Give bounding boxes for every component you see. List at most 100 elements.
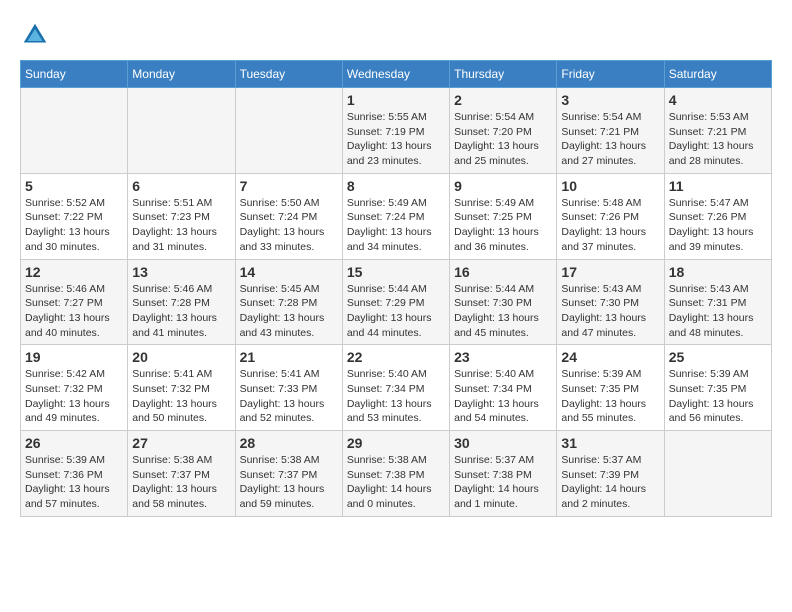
calendar-cell: 24 Sunrise: 5:39 AM Sunset: 7:35 PM Dayli… (557, 345, 664, 431)
calendar-cell: 30 Sunrise: 5:37 AM Sunset: 7:38 PM Dayli… (450, 431, 557, 517)
day-number: 12 (25, 264, 123, 280)
calendar-week-row: 26 Sunrise: 5:39 AM Sunset: 7:36 PM Dayli… (21, 431, 772, 517)
calendar-cell: 21 Sunrise: 5:41 AM Sunset: 7:33 PM Dayli… (235, 345, 342, 431)
day-number: 21 (240, 349, 338, 365)
day-info: Sunrise: 5:49 AM Sunset: 7:25 PM Dayligh… (454, 196, 552, 255)
day-info: Sunrise: 5:39 AM Sunset: 7:35 PM Dayligh… (561, 367, 659, 426)
day-number: 22 (347, 349, 445, 365)
day-number: 3 (561, 92, 659, 108)
day-info: Sunrise: 5:38 AM Sunset: 7:37 PM Dayligh… (240, 453, 338, 512)
weekday-header-monday: Monday (128, 61, 235, 88)
calendar-cell (235, 88, 342, 174)
calendar-cell: 4 Sunrise: 5:53 AM Sunset: 7:21 PM Daylig… (664, 88, 771, 174)
calendar-cell: 31Sunrise: 5:37 AM Sunset: 7:39 PM Dayli… (557, 431, 664, 517)
calendar-cell: 16 Sunrise: 5:44 AM Sunset: 7:30 PM Dayli… (450, 259, 557, 345)
day-number: 15 (347, 264, 445, 280)
day-info: Sunrise: 5:42 AM Sunset: 7:32 PM Dayligh… (25, 367, 123, 426)
day-info: Sunrise: 5:54 AM Sunset: 7:21 PM Dayligh… (561, 110, 659, 169)
calendar-week-row: 19 Sunrise: 5:42 AM Sunset: 7:32 PM Dayli… (21, 345, 772, 431)
calendar-cell: 8 Sunrise: 5:49 AM Sunset: 7:24 PM Daylig… (342, 173, 449, 259)
day-number: 23 (454, 349, 552, 365)
day-info: Sunrise: 5:55 AM Sunset: 7:19 PM Dayligh… (347, 110, 445, 169)
logo-icon (20, 20, 50, 50)
calendar-cell: 25Sunrise: 5:39 AM Sunset: 7:35 PM Dayli… (664, 345, 771, 431)
day-info: Sunrise: 5:44 AM Sunset: 7:30 PM Dayligh… (454, 282, 552, 341)
day-info: Sunrise: 5:45 AM Sunset: 7:28 PM Dayligh… (240, 282, 338, 341)
day-info: Sunrise: 5:43 AM Sunset: 7:31 PM Dayligh… (669, 282, 767, 341)
logo (20, 20, 54, 50)
day-number: 6 (132, 178, 230, 194)
page-header (20, 20, 772, 50)
day-info: Sunrise: 5:48 AM Sunset: 7:26 PM Dayligh… (561, 196, 659, 255)
calendar-cell: 9Sunrise: 5:49 AM Sunset: 7:25 PM Daylig… (450, 173, 557, 259)
day-number: 5 (25, 178, 123, 194)
weekday-header-wednesday: Wednesday (342, 61, 449, 88)
day-number: 27 (132, 435, 230, 451)
calendar-cell: 10Sunrise: 5:48 AM Sunset: 7:26 PM Dayli… (557, 173, 664, 259)
day-info: Sunrise: 5:47 AM Sunset: 7:26 PM Dayligh… (669, 196, 767, 255)
day-number: 8 (347, 178, 445, 194)
weekday-header-friday: Friday (557, 61, 664, 88)
day-info: Sunrise: 5:46 AM Sunset: 7:27 PM Dayligh… (25, 282, 123, 341)
calendar-cell: 3 Sunrise: 5:54 AM Sunset: 7:21 PM Daylig… (557, 88, 664, 174)
day-info: Sunrise: 5:40 AM Sunset: 7:34 PM Dayligh… (454, 367, 552, 426)
calendar-table: SundayMondayTuesdayWednesdayThursdayFrid… (20, 60, 772, 517)
calendar-week-row: 1 Sunrise: 5:55 AM Sunset: 7:19 PM Daylig… (21, 88, 772, 174)
calendar-cell: 23 Sunrise: 5:40 AM Sunset: 7:34 PM Dayli… (450, 345, 557, 431)
calendar-cell: 6 Sunrise: 5:51 AM Sunset: 7:23 PM Daylig… (128, 173, 235, 259)
calendar-cell: 27 Sunrise: 5:38 AM Sunset: 7:37 PM Dayli… (128, 431, 235, 517)
day-info: Sunrise: 5:44 AM Sunset: 7:29 PM Dayligh… (347, 282, 445, 341)
calendar-cell: 29Sunrise: 5:38 AM Sunset: 7:38 PM Dayli… (342, 431, 449, 517)
calendar-cell: 15 Sunrise: 5:44 AM Sunset: 7:29 PM Dayli… (342, 259, 449, 345)
calendar-cell: 1 Sunrise: 5:55 AM Sunset: 7:19 PM Daylig… (342, 88, 449, 174)
day-number: 14 (240, 264, 338, 280)
calendar-cell: 17Sunrise: 5:43 AM Sunset: 7:30 PM Dayli… (557, 259, 664, 345)
calendar-cell: 28Sunrise: 5:38 AM Sunset: 7:37 PM Dayli… (235, 431, 342, 517)
calendar-cell: 26 Sunrise: 5:39 AM Sunset: 7:36 PM Dayli… (21, 431, 128, 517)
calendar-cell (128, 88, 235, 174)
weekday-header-tuesday: Tuesday (235, 61, 342, 88)
day-info: Sunrise: 5:39 AM Sunset: 7:36 PM Dayligh… (25, 453, 123, 512)
day-number: 4 (669, 92, 767, 108)
calendar-cell: 7Sunrise: 5:50 AM Sunset: 7:24 PM Daylig… (235, 173, 342, 259)
day-number: 19 (25, 349, 123, 365)
day-number: 26 (25, 435, 123, 451)
day-number: 1 (347, 92, 445, 108)
weekday-header-sunday: Sunday (21, 61, 128, 88)
day-info: Sunrise: 5:41 AM Sunset: 7:32 PM Dayligh… (132, 367, 230, 426)
day-number: 13 (132, 264, 230, 280)
day-number: 30 (454, 435, 552, 451)
calendar-cell: 20Sunrise: 5:41 AM Sunset: 7:32 PM Dayli… (128, 345, 235, 431)
calendar-cell: 12 Sunrise: 5:46 AM Sunset: 7:27 PM Dayli… (21, 259, 128, 345)
day-number: 2 (454, 92, 552, 108)
day-info: Sunrise: 5:38 AM Sunset: 7:37 PM Dayligh… (132, 453, 230, 512)
day-info: Sunrise: 5:53 AM Sunset: 7:21 PM Dayligh… (669, 110, 767, 169)
day-info: Sunrise: 5:54 AM Sunset: 7:20 PM Dayligh… (454, 110, 552, 169)
day-number: 25 (669, 349, 767, 365)
calendar-cell: 18Sunrise: 5:43 AM Sunset: 7:31 PM Dayli… (664, 259, 771, 345)
day-number: 24 (561, 349, 659, 365)
day-info: Sunrise: 5:43 AM Sunset: 7:30 PM Dayligh… (561, 282, 659, 341)
day-number: 16 (454, 264, 552, 280)
calendar-cell: 14 Sunrise: 5:45 AM Sunset: 7:28 PM Dayli… (235, 259, 342, 345)
day-info: Sunrise: 5:37 AM Sunset: 7:38 PM Dayligh… (454, 453, 552, 512)
calendar-cell (21, 88, 128, 174)
calendar-cell: 11Sunrise: 5:47 AM Sunset: 7:26 PM Dayli… (664, 173, 771, 259)
day-number: 31 (561, 435, 659, 451)
calendar-week-row: 5 Sunrise: 5:52 AM Sunset: 7:22 PM Daylig… (21, 173, 772, 259)
day-number: 7 (240, 178, 338, 194)
day-info: Sunrise: 5:40 AM Sunset: 7:34 PM Dayligh… (347, 367, 445, 426)
day-info: Sunrise: 5:49 AM Sunset: 7:24 PM Dayligh… (347, 196, 445, 255)
calendar-cell: 5 Sunrise: 5:52 AM Sunset: 7:22 PM Daylig… (21, 173, 128, 259)
calendar-week-row: 12 Sunrise: 5:46 AM Sunset: 7:27 PM Dayli… (21, 259, 772, 345)
calendar-cell: 2 Sunrise: 5:54 AM Sunset: 7:20 PM Daylig… (450, 88, 557, 174)
weekday-header-saturday: Saturday (664, 61, 771, 88)
calendar-cell: 19 Sunrise: 5:42 AM Sunset: 7:32 PM Dayli… (21, 345, 128, 431)
day-info: Sunrise: 5:46 AM Sunset: 7:28 PM Dayligh… (132, 282, 230, 341)
calendar-cell (664, 431, 771, 517)
weekday-header-row: SundayMondayTuesdayWednesdayThursdayFrid… (21, 61, 772, 88)
weekday-header-thursday: Thursday (450, 61, 557, 88)
day-info: Sunrise: 5:51 AM Sunset: 7:23 PM Dayligh… (132, 196, 230, 255)
day-info: Sunrise: 5:52 AM Sunset: 7:22 PM Dayligh… (25, 196, 123, 255)
day-info: Sunrise: 5:41 AM Sunset: 7:33 PM Dayligh… (240, 367, 338, 426)
